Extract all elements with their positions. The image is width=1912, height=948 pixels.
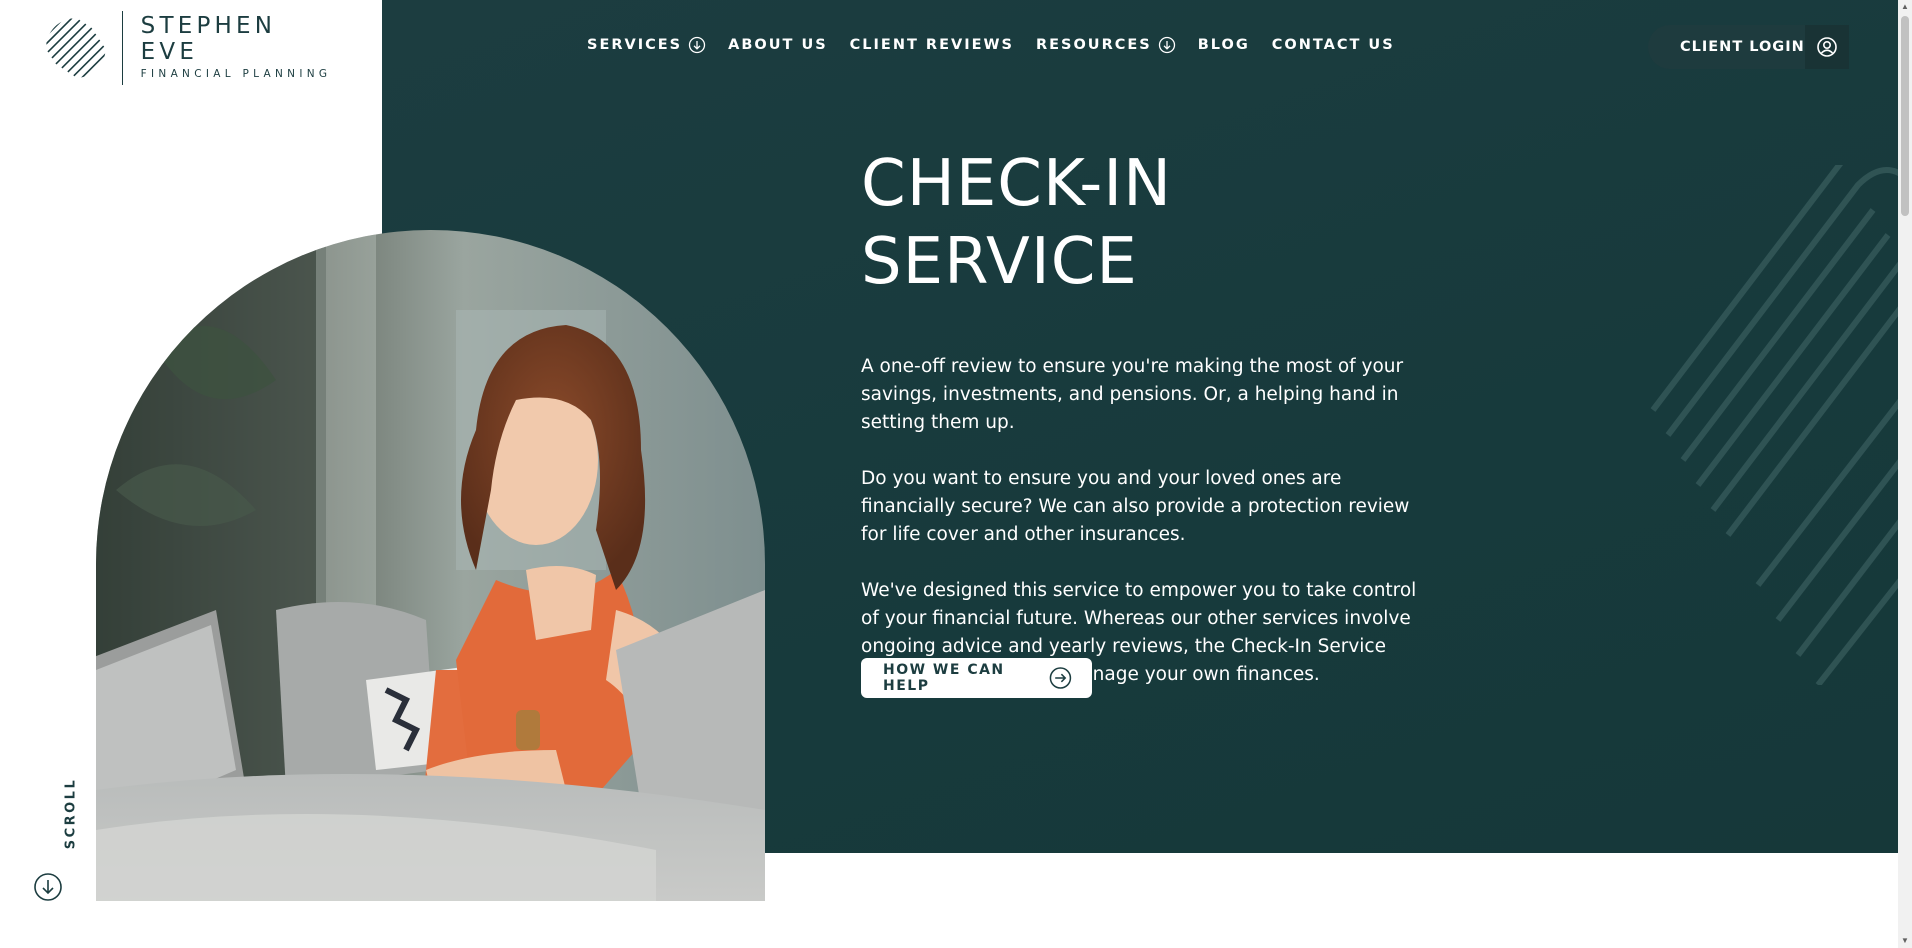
scroll-indicator[interactable]: SCROLL (30, 770, 79, 906)
nav-item-about-us[interactable]: ABOUT US (728, 37, 828, 53)
nav-item-label: BLOG (1197, 37, 1250, 53)
how-we-can-help-button[interactable]: HOW WE CAN HELP (861, 658, 1092, 698)
arrow-right-circle-icon (1049, 667, 1072, 689)
nav-item-services[interactable]: SERVICES (587, 36, 706, 54)
logo-divider (121, 11, 123, 85)
scroll-label: SCROLL (63, 777, 79, 850)
logo-wordmark: STEPHEN EVE FINANCIAL PLANNING (141, 13, 344, 83)
intro-paragraph: A one-off review to ensure you're making… (861, 356, 1404, 433)
logo-stripes-icon (45, 18, 106, 78)
decorative-stripes-graphic (1650, 165, 1898, 685)
main-nav: SERVICES ABOUT US CLIENT REVIEWS RESOURC… (587, 36, 1417, 54)
nav-item-client-reviews[interactable]: CLIENT REVIEWS (850, 37, 1014, 53)
nav-item-label: CONTACT US (1271, 37, 1395, 53)
scrollbar-thumb[interactable] (1901, 16, 1909, 216)
chevron-down-circle-icon (688, 36, 706, 54)
nav-item-resources[interactable]: RESOURCES (1036, 36, 1176, 54)
nav-item-label: SERVICES (587, 37, 683, 53)
brand-tagline: FINANCIAL PLANNING (140, 68, 332, 80)
woman-laptop-photo (96, 230, 765, 901)
hero-photo (96, 230, 765, 901)
page-scrollbar[interactable]: ▲ ▼ (1898, 0, 1912, 948)
hero-content: CHECK-IN SERVICE A one-off review to ens… (861, 145, 1441, 717)
nav-item-label: ABOUT US (728, 37, 828, 53)
nav-item-label: CLIENT REVIEWS (849, 37, 1014, 53)
client-login-label: CLIENT LOGIN (1680, 39, 1805, 55)
scroll-down-arrow-icon[interactable]: ▼ (1898, 934, 1912, 948)
cta-label: HOW WE CAN HELP (883, 662, 1005, 694)
scroll-up-arrow-icon[interactable]: ▲ (1898, 0, 1912, 14)
nav-item-blog[interactable]: BLOG (1198, 37, 1250, 53)
brand-name: STEPHEN EVE (140, 13, 277, 65)
nav-item-label: RESOURCES (1035, 37, 1152, 53)
client-login-button[interactable]: CLIENT LOGIN (1648, 25, 1849, 69)
chevron-down-circle-icon (1158, 36, 1175, 54)
nav-item-contact-us[interactable]: CONTACT US (1272, 37, 1395, 53)
site-logo[interactable]: STEPHEN EVE FINANCIAL PLANNING (44, 8, 344, 88)
user-circle-icon (1805, 25, 1849, 69)
arrow-down-circle-icon (34, 873, 62, 901)
page-title: CHECK-IN SERVICE (861, 147, 1173, 299)
protection-paragraph: Do you want to ensure you and your loved… (861, 468, 1410, 545)
